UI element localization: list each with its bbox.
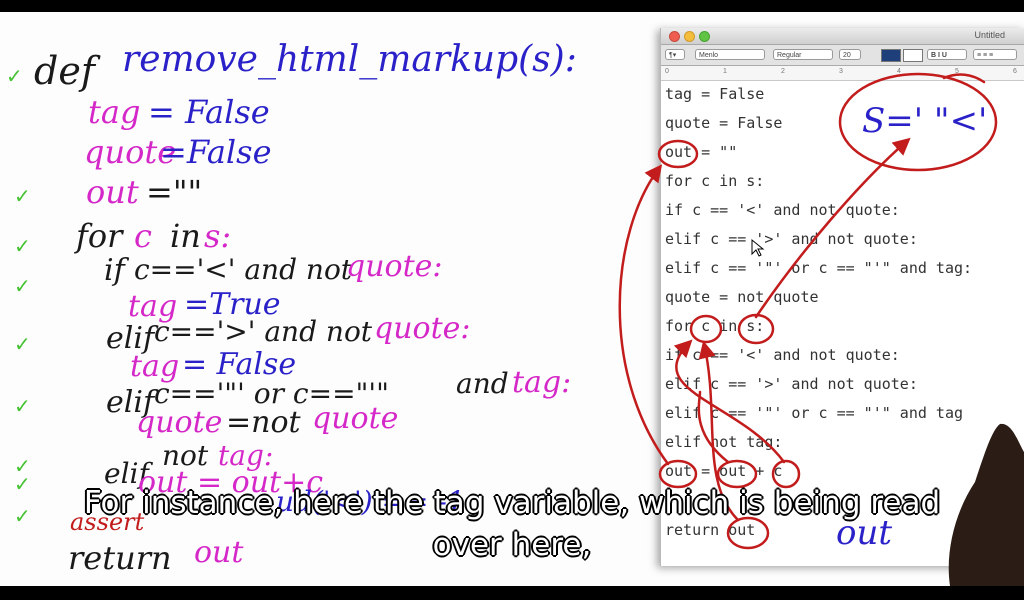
arrow-out-to-init: [618, 164, 670, 466]
subtitle-line: For instance, here the tag variable, whi…: [83, 485, 941, 521]
annotation-circle-s: [737, 313, 775, 345]
subtitle-line: over here,: [432, 527, 592, 563]
arrow-c-to-for: [673, 339, 786, 464]
hw-s-note: S=' "<': [862, 101, 987, 141]
mouse-cursor-icon: [751, 238, 765, 257]
annotation-circle-c: [689, 314, 723, 344]
subtitle-caption: For instance, here the tag variable, whi…: [0, 482, 1024, 566]
annotation-circle-out: [657, 139, 699, 169]
